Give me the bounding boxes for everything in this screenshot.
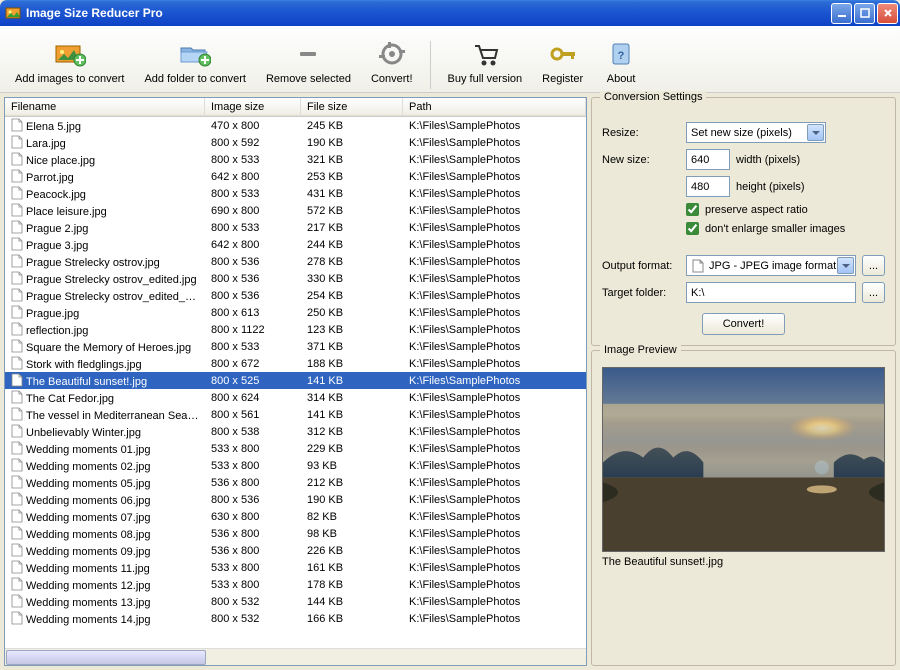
file-list[interactable]: Elena 5.jpg470 x 800245 KBK:\Files\Sampl… [5, 117, 586, 648]
table-row[interactable]: Prague 3.jpg642 x 800244 KBK:\Files\Samp… [5, 236, 586, 253]
resize-mode-value: Set new size (pixels) [691, 127, 792, 139]
table-row[interactable]: Wedding moments 01.jpg533 x 800229 KBK:\… [5, 440, 586, 457]
table-row[interactable]: Place leisure.jpg690 x 800572 KBK:\Files… [5, 202, 586, 219]
app-icon [5, 5, 21, 21]
table-row[interactable]: Peacock.jpg800 x 533431 KBK:\Files\Sampl… [5, 185, 586, 202]
remove-selected-button[interactable]: Remove selected [259, 34, 358, 89]
table-row[interactable]: Wedding moments 06.jpg800 x 536190 KBK:\… [5, 491, 586, 508]
resize-label: Resize: [602, 127, 680, 139]
height-suffix: height (pixels) [736, 181, 804, 193]
table-row[interactable]: Wedding moments 14.jpg800 x 532166 KBK:\… [5, 610, 586, 627]
output-format-value: JPG - JPEG image format [709, 260, 836, 272]
svg-text:?: ? [618, 50, 625, 62]
add-images-icon [54, 38, 86, 70]
table-row[interactable]: Wedding moments 07.jpg630 x 80082 KBK:\F… [5, 508, 586, 525]
output-format-label: Output format: [602, 260, 680, 272]
table-row[interactable]: Prague Strelecky ostrov_edited_2...800 x… [5, 287, 586, 304]
height-input[interactable] [686, 176, 730, 197]
add-folder-button[interactable]: Add folder to convert [137, 34, 253, 89]
convert-settings-button[interactable]: Convert! [702, 313, 786, 335]
resize-mode-select[interactable]: Set new size (pixels) [686, 122, 826, 143]
table-row[interactable]: Wedding moments 08.jpg536 x 80098 KBK:\F… [5, 525, 586, 542]
column-filename[interactable]: Filename [5, 98, 205, 116]
chevron-down-icon [837, 257, 854, 274]
buy-full-button[interactable]: Buy full version [441, 34, 530, 89]
table-row[interactable]: Nice place.jpg800 x 533321 KBK:\Files\Sa… [5, 151, 586, 168]
about-label: About [607, 73, 636, 85]
width-suffix: width (pixels) [736, 154, 800, 166]
toolbar: Add images to convert Add folder to conv… [0, 26, 900, 93]
newsize-label: New size: [602, 154, 680, 166]
add-images-button[interactable]: Add images to convert [8, 34, 131, 89]
add-folder-label: Add folder to convert [144, 73, 246, 85]
dont-enlarge-checkbox[interactable] [686, 222, 699, 235]
preview-image [602, 367, 885, 552]
target-folder-browse-button[interactable]: ... [862, 282, 885, 303]
table-row[interactable]: The Cat Fedor.jpg800 x 624314 KBK:\Files… [5, 389, 586, 406]
column-imagesize[interactable]: Image size [205, 98, 301, 116]
table-row[interactable]: The Beautiful sunset!.jpg800 x 525141 KB… [5, 372, 586, 389]
maximize-button[interactable] [854, 3, 875, 24]
convert-button[interactable]: Convert! [364, 34, 420, 89]
preserve-aspect-checkbox[interactable] [686, 203, 699, 216]
width-input[interactable] [686, 149, 730, 170]
target-folder-label: Target folder: [602, 287, 680, 299]
preserve-aspect-label: preserve aspect ratio [705, 204, 808, 216]
table-row[interactable]: Prague Strelecky ostrov.jpg800 x 536278 … [5, 253, 586, 270]
remove-label: Remove selected [266, 73, 351, 85]
table-row[interactable]: Stork with fledglings.jpg800 x 672188 KB… [5, 355, 586, 372]
chevron-down-icon [807, 124, 824, 141]
table-row[interactable]: Wedding moments 13.jpg800 x 532144 KBK:\… [5, 593, 586, 610]
table-row[interactable]: Prague 2.jpg800 x 533217 KBK:\Files\Samp… [5, 219, 586, 236]
settings-title: Conversion Settings [600, 91, 706, 103]
title-bar: Image Size Reducer Pro [0, 0, 900, 26]
minimize-button[interactable] [831, 3, 852, 24]
table-row[interactable]: Wedding moments 09.jpg536 x 800226 KBK:\… [5, 542, 586, 559]
table-row[interactable]: Unbelievably Winter.jpg800 x 538312 KBK:… [5, 423, 586, 440]
file-list-pane: Filename Image size File size Path Elena… [4, 97, 587, 666]
table-row[interactable]: Prague Strelecky ostrov_edited.jpg800 x … [5, 270, 586, 287]
key-icon [547, 38, 579, 70]
file-icon [691, 259, 705, 273]
table-row[interactable]: Wedding moments 11.jpg533 x 800161 KBK:\… [5, 559, 586, 576]
table-row[interactable]: Elena 5.jpg470 x 800245 KBK:\Files\Sampl… [5, 117, 586, 134]
window-title: Image Size Reducer Pro [26, 6, 831, 20]
table-row[interactable]: Wedding moments 02.jpg533 x 80093 KBK:\F… [5, 457, 586, 474]
target-folder-input[interactable] [686, 282, 856, 303]
preview-caption: The Beautiful sunset!.jpg [602, 556, 885, 568]
toolbar-separator [430, 41, 431, 89]
register-button[interactable]: Register [535, 34, 590, 89]
table-row[interactable]: Parrot.jpg642 x 800253 KBK:\Files\Sample… [5, 168, 586, 185]
remove-icon [292, 38, 324, 70]
table-row[interactable]: Wedding moments 05.jpg536 x 800212 KBK:\… [5, 474, 586, 491]
buy-full-label: Buy full version [448, 73, 523, 85]
horizontal-scrollbar[interactable] [5, 648, 586, 665]
table-row[interactable]: Lara.jpg800 x 592190 KBK:\Files\SamplePh… [5, 134, 586, 151]
cart-icon [469, 38, 501, 70]
table-row[interactable]: Square the Memory of Heroes.jpg800 x 533… [5, 338, 586, 355]
register-label: Register [542, 73, 583, 85]
convert-label: Convert! [371, 73, 413, 85]
convert-icon [376, 38, 408, 70]
table-row[interactable]: The vessel in Mediterranean Sea.jpg800 x… [5, 406, 586, 423]
list-header: Filename Image size File size Path [5, 98, 586, 117]
output-format-select[interactable]: JPG - JPEG image format [686, 255, 856, 276]
column-filesize[interactable]: File size [301, 98, 403, 116]
output-format-browse-button[interactable]: ... [862, 255, 885, 276]
column-path[interactable]: Path [403, 98, 586, 116]
about-icon: ? [605, 38, 637, 70]
close-button[interactable] [877, 3, 898, 24]
add-folder-icon [179, 38, 211, 70]
table-row[interactable]: Wedding moments 12.jpg533 x 800178 KBK:\… [5, 576, 586, 593]
image-preview-group: Image Preview [591, 350, 896, 666]
about-button[interactable]: ? About [596, 34, 646, 89]
dont-enlarge-label: don't enlarge smaller images [705, 223, 845, 235]
conversion-settings-group: Conversion Settings Resize: Set new size… [591, 97, 896, 346]
table-row[interactable]: Prague.jpg800 x 613250 KBK:\Files\Sample… [5, 304, 586, 321]
add-images-label: Add images to convert [15, 73, 124, 85]
table-row[interactable]: reflection.jpg800 x 1122123 KBK:\Files\S… [5, 321, 586, 338]
preview-title: Image Preview [600, 344, 681, 356]
